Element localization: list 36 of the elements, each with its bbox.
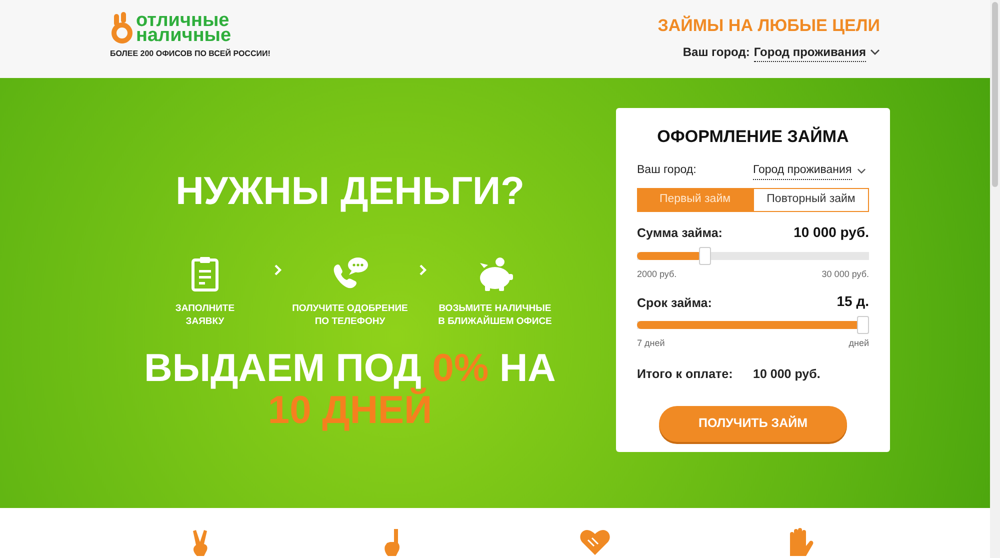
city-label: Ваш город: xyxy=(682,44,750,61)
slider-thumb[interactable] xyxy=(857,316,869,334)
hero-title: НУЖНЫ ДЕНЬГИ? xyxy=(176,169,524,215)
slider-label: Сумма займа: xyxy=(637,225,722,242)
slider-max: 30 000 руб. xyxy=(822,268,869,281)
step-caption: ЗАПОЛНИТЕ ЗАЯВКУ xyxy=(175,302,235,328)
clipboard-icon xyxy=(191,256,219,292)
chevron-right-icon xyxy=(418,264,426,276)
step-caption: ВОЗЬМИТЕ НАЛИЧНЫЕ В БЛИЖАЙШЕМ ОФИСЕ xyxy=(438,302,552,328)
chevron-down-icon[interactable] xyxy=(856,168,866,174)
step-caption: ПОЛУЧИТЕ ОДОБРЕНИЕ ПО ТЕЛЕФОНУ xyxy=(292,302,408,328)
promo-text: 10 ДНЕЙ xyxy=(268,388,432,432)
logo-text: отличные xyxy=(136,13,230,28)
logo-text: наличные xyxy=(136,28,232,43)
promo-text: 0% xyxy=(432,346,489,390)
slider-thumb[interactable] xyxy=(698,246,711,265)
slider-value: 10 000 руб. xyxy=(794,222,869,242)
promo-text: ВЫДАЕМ ПОД xyxy=(144,346,422,390)
scrollbar[interactable] xyxy=(990,0,1000,558)
city-link[interactable]: Город проживания xyxy=(753,162,852,180)
chevron-down-icon[interactable] xyxy=(870,49,880,55)
slider-max: дней xyxy=(848,337,869,350)
slider-label: Срок займа: xyxy=(637,294,712,312)
slider-min: 7 дней xyxy=(637,337,665,350)
slider-min: 2000 руб. xyxy=(637,268,677,281)
total-label: Итого к оплате: xyxy=(637,366,734,383)
city-label: Ваш город: xyxy=(637,163,698,178)
city-link[interactable]: Город проживания xyxy=(754,42,866,62)
loan-tab[interactable]: Повторный займ xyxy=(753,188,869,212)
total-value: 10 000 руб. xyxy=(753,366,820,383)
tagline: БОЛЕЕ 200 ОФИСОВ ПО ВСЕЙ РОССИИ! xyxy=(110,48,270,60)
slogan: ЗАЙМЫ НА ЛЮБЫЕ ЦЕЛИ xyxy=(658,14,880,37)
chevron-right-icon xyxy=(274,264,282,276)
slider-value: 15 д. xyxy=(836,292,869,312)
form-title: ОФОРМЛЕНИЕ ЗАЙМА xyxy=(656,126,850,148)
promo-text: НА xyxy=(498,346,556,390)
